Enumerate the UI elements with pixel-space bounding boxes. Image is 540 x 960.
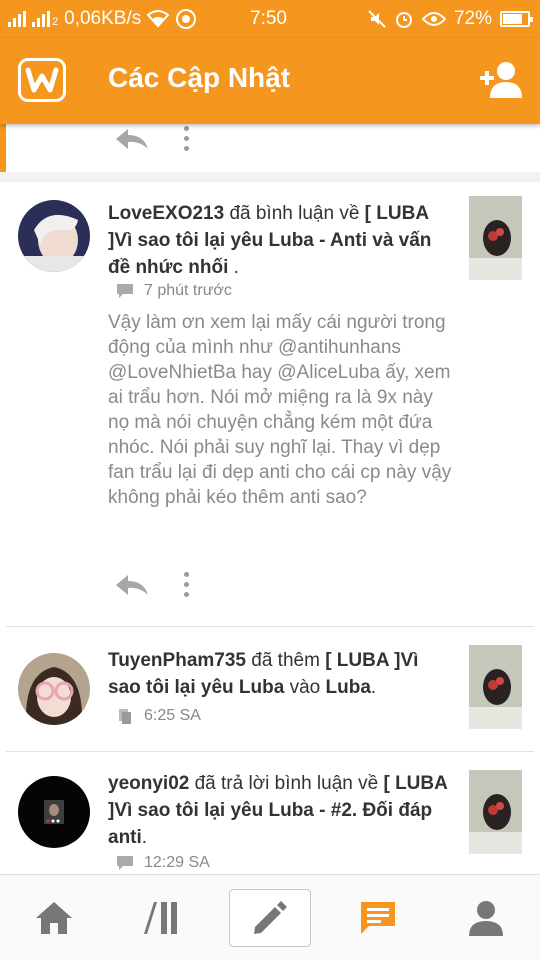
action-text: đã trả lời bình luận về xyxy=(189,773,384,794)
signal-icon xyxy=(8,11,26,27)
signal-icon-2 xyxy=(32,11,50,27)
add-user-icon[interactable] xyxy=(480,60,522,100)
library-icon xyxy=(144,902,177,934)
section-gap xyxy=(0,172,540,182)
wattpad-w-icon xyxy=(25,67,59,93)
feed-headline: LoveEXO213 đã bình luận về [ LUBA ]Vì sa… xyxy=(108,200,450,281)
nav-updates[interactable] xyxy=(337,889,419,947)
suffix-text: . xyxy=(141,827,148,848)
reply-icon[interactable] xyxy=(114,127,150,151)
battery-percent: 72% xyxy=(453,8,492,29)
settings-circle-icon xyxy=(176,9,197,29)
status-right: 72% xyxy=(368,8,533,30)
more-options-icon[interactable] xyxy=(184,126,189,151)
story-cover[interactable] xyxy=(469,645,522,729)
suffix-text: . xyxy=(228,257,239,278)
bottom-navigation xyxy=(0,874,540,960)
feed-headline: TuyenPham735 đã thêm [ LUBA ]Vì sao tôi … xyxy=(108,647,450,701)
feed-headline: yeonyi02 đã trả lời bình luận về [ LUBA … xyxy=(108,770,450,851)
timestamp: 7 phút trước xyxy=(144,282,232,299)
battery-level xyxy=(503,14,522,24)
comment-icon xyxy=(117,856,133,870)
reply-icon[interactable] xyxy=(114,573,150,597)
username[interactable]: LoveEXO213 xyxy=(108,203,224,224)
avatar-image xyxy=(18,776,90,848)
battery-icon xyxy=(500,11,533,27)
username[interactable]: yeonyi02 xyxy=(108,773,189,794)
page-title: Các Cập Nhật xyxy=(108,62,291,93)
nav-library[interactable] xyxy=(121,889,203,947)
nav-profile[interactable] xyxy=(445,889,527,947)
status-bar: 2 0,06KB/s 7:50 72% xyxy=(0,0,540,38)
suffix-text: . xyxy=(370,677,377,698)
action-text: đã bình luận về xyxy=(224,203,365,224)
item-meta: 6:25 SA xyxy=(116,707,201,725)
item-meta: 12:29 SA xyxy=(116,854,210,872)
wifi-icon xyxy=(147,10,170,28)
avatar[interactable] xyxy=(18,776,90,848)
home-icon xyxy=(36,902,72,934)
story-cover[interactable] xyxy=(469,196,522,280)
feed-item[interactable]: TuyenPham735 đã thêm [ LUBA ]Vì sao tôi … xyxy=(0,627,540,751)
network-type: 2 xyxy=(52,16,59,28)
avatar-image xyxy=(18,653,90,725)
item-actions xyxy=(114,572,189,597)
feed-item[interactable]: LoveEXO213 đã bình luận về [ LUBA ]Vì sa… xyxy=(0,182,540,626)
nav-home[interactable] xyxy=(13,889,95,947)
nav-write[interactable] xyxy=(229,889,311,947)
story-cover[interactable] xyxy=(469,770,522,854)
app-bar: Các Cập Nhật xyxy=(0,38,540,124)
timestamp: 6:25 SA xyxy=(144,707,201,724)
write-icon xyxy=(254,901,287,934)
selected-accent-bar xyxy=(0,124,6,176)
clock: 7:50 xyxy=(250,8,287,29)
status-left: 2 0,06KB/s xyxy=(8,8,197,30)
story-cover-image xyxy=(469,770,522,854)
library-icon xyxy=(119,709,131,724)
avatar[interactable] xyxy=(18,200,90,272)
avatar-image xyxy=(18,200,90,272)
reading-list-name[interactable]: Luba xyxy=(326,677,371,698)
eye-icon xyxy=(421,12,446,26)
network-speed: 0,06KB/s xyxy=(64,8,142,29)
story-cover-image xyxy=(469,196,522,280)
updates-feed[interactable]: LoveEXO213 đã bình luận về [ LUBA ]Vì sa… xyxy=(0,124,540,874)
action-text: đã thêm xyxy=(245,650,326,671)
updates-icon xyxy=(361,902,395,934)
wattpad-logo[interactable] xyxy=(18,58,66,102)
action-text-2: vào xyxy=(284,677,326,698)
item-actions-prev xyxy=(114,126,189,151)
comment-body: Vậy làm ơn xem lại mấy cái người trong đ… xyxy=(108,312,452,508)
mute-icon xyxy=(368,10,386,28)
more-options-icon[interactable] xyxy=(184,572,189,597)
profile-icon xyxy=(469,901,503,936)
feed-item[interactable]: yeonyi02 đã trả lời bình luận về [ LUBA … xyxy=(0,752,540,874)
story-cover-image xyxy=(469,645,522,729)
timestamp: 12:29 SA xyxy=(144,854,210,871)
item-meta: 7 phút trước xyxy=(116,282,232,300)
username[interactable]: TuyenPham735 xyxy=(108,650,246,671)
alarm-icon xyxy=(395,12,412,28)
comment-icon xyxy=(117,284,133,298)
avatar[interactable] xyxy=(18,653,90,725)
